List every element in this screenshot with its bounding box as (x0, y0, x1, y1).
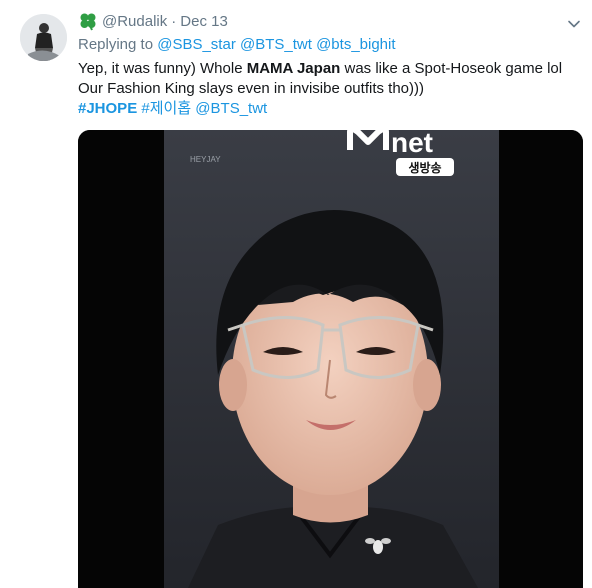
reply-mention-2[interactable]: @BTS_twt (240, 36, 312, 53)
reply-mention-3[interactable]: @bts_bighit (316, 36, 395, 53)
avatar[interactable] (20, 14, 67, 61)
replying-to-label: Replying to (78, 36, 154, 53)
tweet-header: @Rudalik · Dec 13 (78, 10, 228, 32)
tweet-text: Yep, it was funny) Whole MAMA Japan was … (78, 59, 583, 99)
video-frame: net 생방송 HEYJAY (78, 130, 583, 588)
hashtag-korean[interactable]: #제이홉 (141, 100, 191, 117)
tweet-text-part1: Yep, it was funny) Whole (78, 60, 247, 77)
tweet-media[interactable]: net 생방송 HEYJAY (78, 130, 583, 588)
replying-to: Replying to @SBS_star @BTS_twt @bts_bigh… (78, 36, 396, 53)
chevron-down-icon[interactable] (566, 16, 582, 32)
logo-subtext: 생방송 (408, 160, 441, 175)
separator-dot: · (171, 12, 177, 30)
author-handle[interactable]: @Rudalik (102, 13, 167, 30)
tweet[interactable]: @Rudalik · Dec 13 Replying to @SBS_star … (0, 0, 592, 588)
reply-mention-1[interactable]: @SBS_star (157, 36, 236, 53)
mention-bts[interactable]: @BTS_twt (195, 100, 267, 117)
tweet-date[interactable]: Dec 13 (180, 13, 228, 30)
watermark: HEYJAY (190, 155, 221, 164)
tweet-text-bold: MAMA Japan (246, 60, 341, 77)
logo-text: net (391, 130, 433, 158)
four-leaf-clover-icon (78, 11, 98, 31)
hashtag-jhope[interactable]: #JHOPE (78, 100, 137, 117)
hashtags: #JHOPE #제이홉 @BTS_twt (78, 99, 267, 119)
